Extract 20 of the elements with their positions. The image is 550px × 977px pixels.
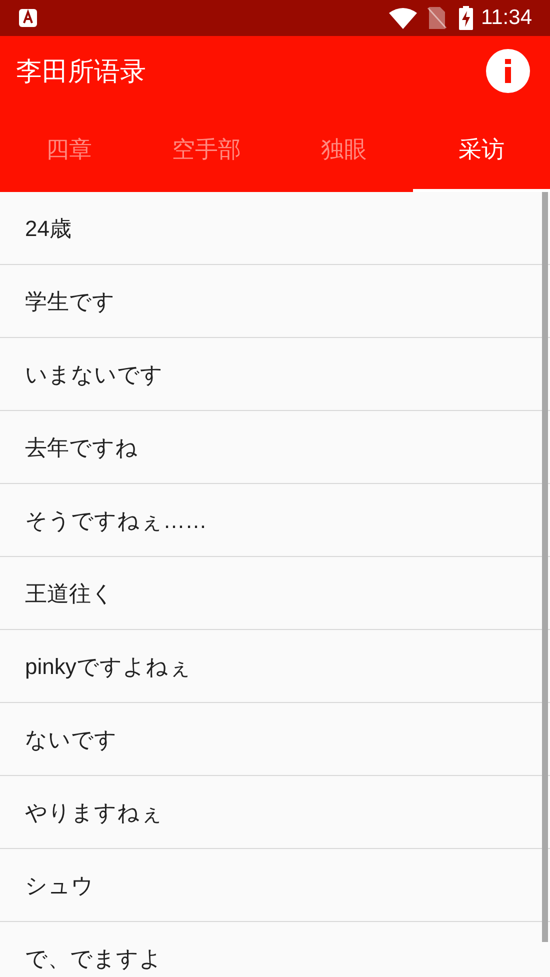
- app-notification-icon: [18, 8, 38, 28]
- wifi-icon: [389, 7, 417, 29]
- list-item[interactable]: 学生です: [25, 284, 115, 318]
- clock-time: 11:34: [481, 5, 532, 32]
- app-title: 李田所语录: [16, 54, 146, 88]
- info-button[interactable]: [486, 49, 530, 93]
- list-item[interactable]: 去年ですね: [25, 430, 138, 464]
- list-item[interactable]: pinkyですよねぇ: [25, 650, 192, 682]
- list-item[interactable]: ないです: [25, 722, 117, 756]
- list-item[interactable]: やりますねぇ: [25, 796, 163, 828]
- list-item[interactable]: いまないです: [25, 358, 163, 390]
- list-item[interactable]: シュウ: [25, 868, 94, 902]
- battery-charging-icon: [459, 6, 473, 30]
- list-item[interactable]: そうですねぇ……: [25, 504, 207, 536]
- tab[interactable]: 采访: [412, 106, 550, 192]
- info-icon: [504, 59, 512, 83]
- list-item[interactable]: 24歳: [25, 212, 72, 244]
- no-sim-icon: [427, 7, 447, 29]
- list-item[interactable]: 王道往く: [25, 576, 114, 610]
- list-item[interactable]: で、でますよ: [25, 942, 162, 974]
